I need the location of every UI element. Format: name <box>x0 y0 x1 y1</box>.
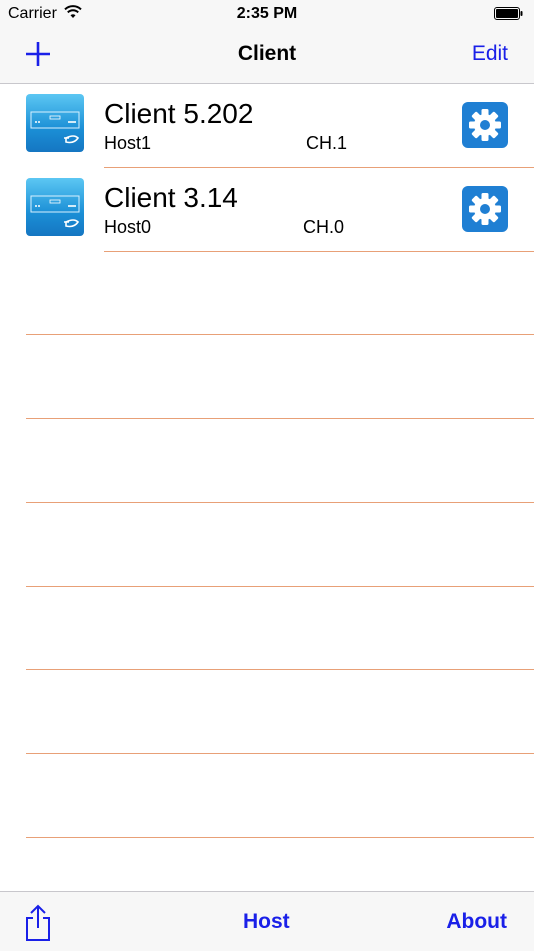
client-name: Client 3.14 <box>104 182 238 213</box>
gear-icon <box>469 193 501 225</box>
row-divider <box>26 753 534 754</box>
battery-icon <box>494 7 524 26</box>
row-divider <box>26 418 534 419</box>
client-row[interactable]: Client 5.202 Host1 CH.1 <box>0 84 534 168</box>
client-host: Host1 <box>104 133 152 153</box>
status-time: 2:35 PM <box>236 5 298 22</box>
row-divider <box>26 586 534 587</box>
row-divider <box>104 251 534 252</box>
row-divider <box>26 669 534 670</box>
bottom-toolbar: Host About <box>0 891 534 951</box>
edit-button[interactable]: Edit <box>472 42 508 66</box>
status-bar: Carrier 2:35 PM <box>0 0 534 30</box>
row-divider <box>26 837 534 838</box>
client-settings-button[interactable] <box>462 102 508 148</box>
share-icon <box>26 904 50 941</box>
client-name: Client 5.202 <box>104 98 254 129</box>
navigation-bar: Client Edit <box>0 30 534 84</box>
client-settings-button[interactable] <box>462 186 508 232</box>
client-row[interactable]: Client 3.14 Host0 CH.0 <box>0 168 534 252</box>
client-host: Host0 <box>104 217 152 237</box>
device-thumbnail-icon <box>26 94 84 152</box>
gear-icon <box>469 109 501 141</box>
device-thumbnail-icon <box>26 178 84 236</box>
page-title: Client <box>237 42 297 65</box>
row-divider <box>26 334 534 335</box>
client-channel: CH.0 <box>303 217 345 237</box>
client-list: Client 5.202 Host1 CH.1 Client 3.14 Host… <box>0 84 534 890</box>
share-button[interactable] <box>24 904 52 942</box>
row-divider <box>26 502 534 503</box>
client-channel: CH.1 <box>306 133 348 153</box>
about-tab[interactable]: About <box>446 910 507 934</box>
host-tab[interactable]: Host <box>243 910 290 934</box>
